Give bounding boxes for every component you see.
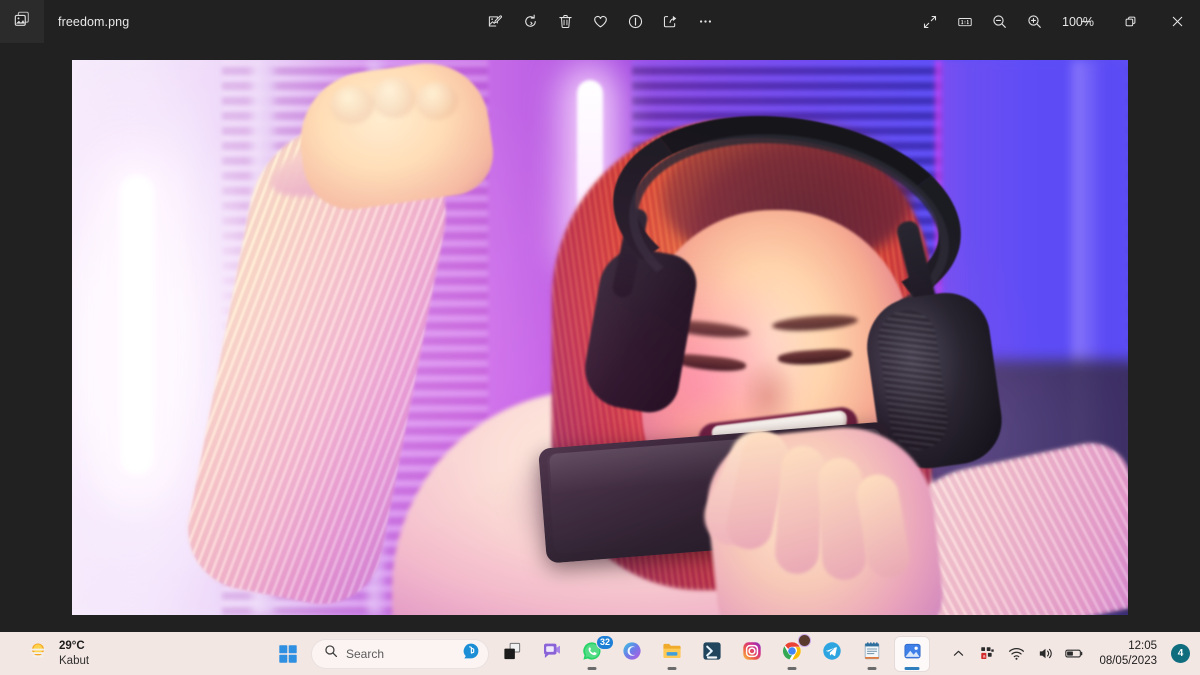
sun-haze-icon	[26, 639, 50, 668]
network-button[interactable]	[1003, 639, 1029, 669]
running-indicator-active	[904, 667, 920, 670]
displayed-photo[interactable]	[72, 60, 1128, 615]
running-indicator	[787, 667, 797, 670]
app-icon-chip	[0, 0, 44, 43]
share-button[interactable]	[653, 6, 688, 38]
start-button[interactable]	[271, 637, 305, 671]
whatsapp-badge: 32	[595, 634, 614, 650]
weather-condition: Kabut	[59, 654, 90, 667]
taskbar-whatsapp[interactable]: 32	[575, 634, 614, 671]
clock-date: 08/05/2023	[1099, 654, 1157, 667]
running-indicator	[587, 667, 597, 670]
running-indicator	[667, 667, 677, 670]
taskbar-telegram[interactable]	[815, 637, 849, 671]
taskbar-photos[interactable]	[895, 636, 929, 671]
taskbar-file-explorer[interactable]	[655, 637, 689, 671]
photos-app-window: freedom.png 100% 29°C Kabut Search 32 a …	[0, 0, 1200, 675]
clock-time: 12:05	[1128, 640, 1157, 653]
zoom-in-button[interactable]	[1017, 6, 1052, 38]
taskbar-center: Search 32	[271, 633, 929, 671]
favorite-button[interactable]	[583, 6, 618, 38]
close-button[interactable]	[1154, 0, 1200, 43]
weather-widget[interactable]: 29°C Kabut	[18, 636, 97, 671]
battery-button[interactable]	[1061, 639, 1087, 669]
image-toolbar	[478, 0, 723, 43]
taskbar-edge-copilot[interactable]	[615, 637, 649, 671]
minimize-button[interactable]	[1062, 0, 1108, 43]
color-grade-magenta	[72, 60, 1128, 615]
search-input[interactable]: Search	[311, 638, 489, 669]
taskbar-terminal[interactable]	[695, 637, 729, 671]
avatar	[798, 633, 811, 647]
info-button[interactable]	[618, 6, 653, 38]
search-placeholder: Search	[346, 646, 385, 661]
taskbar-instagram[interactable]	[735, 637, 769, 671]
bing-chat-icon[interactable]	[462, 642, 480, 665]
telegram-icon	[821, 640, 843, 667]
clock[interactable]: 12:05 08/05/2023	[1094, 636, 1162, 670]
restore-button[interactable]	[1108, 0, 1154, 43]
instagram-icon	[741, 640, 763, 667]
taskbar-chrome[interactable]	[775, 633, 811, 671]
more-button[interactable]	[688, 6, 723, 38]
show-hidden-icons-button[interactable]	[945, 639, 971, 669]
tray-app-icon[interactable]: a	[974, 639, 1000, 669]
svg-text:a: a	[983, 655, 986, 660]
window-title: freedom.png	[58, 14, 130, 29]
photos-icon	[902, 641, 923, 667]
actual-size-button[interactable]	[947, 6, 982, 38]
running-indicator	[867, 667, 877, 670]
terminal-icon	[701, 640, 723, 667]
volume-button[interactable]	[1032, 639, 1058, 669]
system-tray: a 12:05 08/05/2023 4	[945, 636, 1190, 670]
delete-button[interactable]	[548, 6, 583, 38]
weather-temperature: 29°C	[59, 640, 85, 653]
image-viewer-canvas[interactable]	[0, 43, 1200, 632]
title-bar: freedom.png 100%	[0, 0, 1200, 43]
file-explorer-icon	[661, 640, 683, 667]
taskbar-chat[interactable]	[535, 637, 569, 671]
fit-to-window-button[interactable]	[912, 6, 947, 38]
taskbar: 29°C Kabut Search 32 a 12:05 08/05/2023 …	[0, 632, 1200, 675]
search-icon	[324, 644, 338, 663]
rotate-button[interactable]	[513, 6, 548, 38]
notepad-icon	[861, 640, 883, 667]
copilot-icon	[621, 640, 643, 667]
window-controls	[1062, 0, 1200, 43]
photo-gallery-icon	[13, 10, 31, 33]
notification-badge[interactable]: 4	[1171, 644, 1190, 663]
taskbar-task-view[interactable]	[495, 637, 529, 671]
task-view-icon	[502, 641, 523, 667]
edit-image-button[interactable]	[478, 6, 513, 38]
chat-video-icon	[541, 640, 563, 667]
zoom-out-button[interactable]	[982, 6, 1017, 38]
taskbar-notepad[interactable]	[855, 637, 889, 671]
